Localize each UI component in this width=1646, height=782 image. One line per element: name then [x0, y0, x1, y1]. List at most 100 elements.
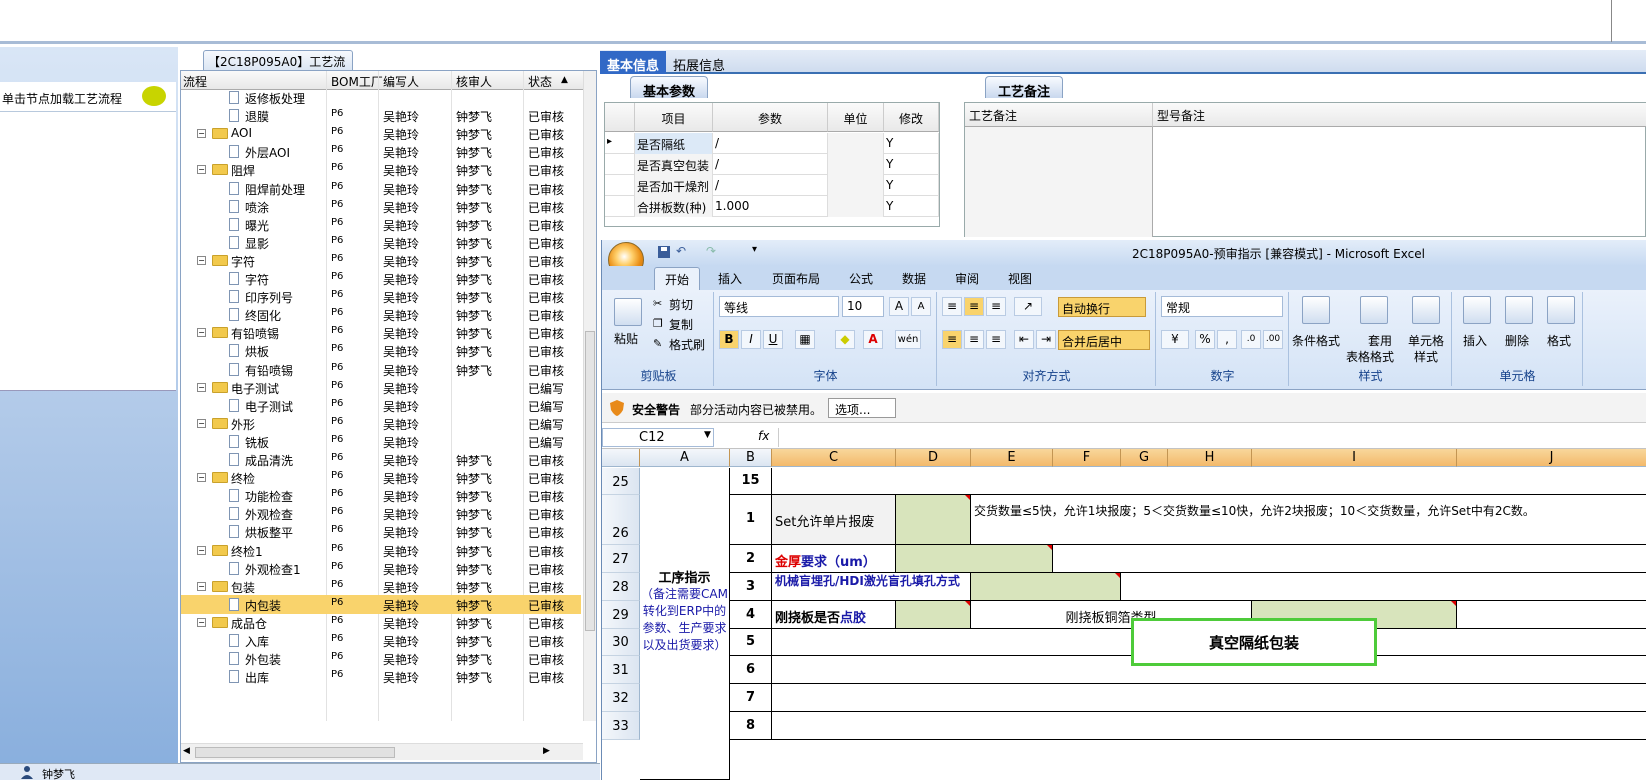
- collapse-icon[interactable]: −: [197, 545, 206, 555]
- cell-d27[interactable]: [896, 545, 1053, 573]
- cell-style-icon[interactable]: [1412, 296, 1440, 324]
- tree-file-row[interactable]: 成品清洗 P6 吴艳玲 钟梦飞 已审核: [181, 450, 581, 469]
- cell-c28[interactable]: 机械盲埋孔/HDI激光盲孔填孔方式: [772, 573, 971, 601]
- table-format-button-line2[interactable]: 表格格式: [1346, 348, 1394, 365]
- phonetic-icon[interactable]: wén: [895, 330, 921, 349]
- tree-file-row[interactable]: 阻焊前处理 P6 吴艳玲 钟梦飞 已审核: [181, 179, 581, 198]
- save-icon[interactable]: [658, 246, 670, 258]
- cell-b26[interactable]: 1: [730, 495, 772, 545]
- tree-file-row[interactable]: 入库 P6 吴艳玲 钟梦飞 已审核: [181, 631, 581, 650]
- align-middle-icon[interactable]: ≡: [964, 297, 984, 316]
- quick-access-dropdown-icon[interactable]: ▾: [752, 244, 757, 255]
- tab-insert[interactable]: 插入: [718, 270, 742, 287]
- param-edit-flag[interactable]: Y: [884, 133, 939, 154]
- row-header-33[interactable]: 33: [602, 712, 640, 740]
- fx-icon[interactable]: fx: [758, 429, 769, 443]
- param-row[interactable]: 合拼板数(种) 1.000 Y: [605, 196, 939, 217]
- tree-folder-row[interactable]: − 包装 P6 吴艳玲 钟梦飞 已审核: [181, 577, 581, 596]
- process-note-field[interactable]: [965, 127, 1153, 237]
- sort-up-icon[interactable]: ▲: [561, 75, 568, 85]
- row-header-30[interactable]: 30: [602, 629, 640, 656]
- cell-f27[interactable]: [1053, 545, 1646, 573]
- param-item[interactable]: 是否加干燥剂: [635, 175, 713, 196]
- tree-folder-row[interactable]: − 电子测试 P6 吴艳玲 已编写: [181, 378, 581, 397]
- col-header-b[interactable]: B: [730, 449, 772, 467]
- percent-icon[interactable]: %: [1195, 330, 1215, 349]
- tree-file-row[interactable]: 出库 P6 吴艳玲 钟梦飞 已审核: [181, 667, 581, 686]
- orientation-icon[interactable]: ↗: [1014, 297, 1042, 316]
- cell-g28[interactable]: [1121, 573, 1646, 601]
- align-center-icon[interactable]: ≡: [964, 330, 984, 349]
- cell-b28[interactable]: 3: [730, 573, 772, 601]
- security-options-button[interactable]: 选项...: [828, 398, 896, 418]
- tree-file-row[interactable]: 有铅喷锡 P6 吴艳玲 钟梦飞 已审核: [181, 360, 581, 379]
- param-item[interactable]: 是否隔纸: [635, 133, 713, 154]
- col-header-a[interactable]: A: [640, 449, 730, 467]
- tree-title-tab[interactable]: 【2C18P095A0】工艺流程: [203, 50, 353, 86]
- decrease-indent-icon[interactable]: ⇤: [1014, 330, 1034, 349]
- cell-style-button[interactable]: 单元格: [1408, 332, 1444, 349]
- param-row[interactable]: 是否加干燥剂 / Y: [605, 175, 939, 196]
- merge-center-button[interactable]: 合并后居中: [1058, 330, 1150, 350]
- row-header-27[interactable]: 27: [602, 545, 640, 573]
- notes-head-model[interactable]: 型号备注: [1153, 103, 1646, 127]
- bold-icon[interactable]: B: [719, 330, 739, 349]
- collapse-icon[interactable]: −: [197, 255, 206, 265]
- tab-extended-info[interactable]: 拓展信息: [666, 51, 732, 74]
- paste-icon[interactable]: [614, 298, 642, 326]
- col-header-d[interactable]: D: [896, 449, 971, 467]
- tree-file-row[interactable]: 烘板整平 P6 吴艳玲 钟梦飞 已审核: [181, 522, 581, 541]
- param-unit[interactable]: [828, 133, 884, 154]
- brush-icon[interactable]: ✎: [653, 337, 662, 350]
- cell-b25[interactable]: 15: [730, 468, 772, 495]
- cell-b32[interactable]: 7: [730, 684, 772, 712]
- col-header-j[interactable]: J: [1457, 449, 1646, 467]
- tree-folder-row[interactable]: − AOI P6 吴艳玲 钟梦飞 已审核: [181, 124, 581, 143]
- tree-file-row[interactable]: 外观检查1 P6 吴艳玲 钟梦飞 已审核: [181, 559, 581, 578]
- cell-c29[interactable]: 刚挠板是否点胶: [772, 601, 896, 629]
- tree-folder-row[interactable]: − 成品仓 P6 吴艳玲 钟梦飞 已审核: [181, 613, 581, 632]
- col-header-c[interactable]: C: [772, 449, 896, 467]
- param-value[interactable]: /: [713, 133, 828, 154]
- tree-folder-row[interactable]: − 终检 P6 吴艳玲 钟梦飞 已审核: [181, 468, 581, 487]
- tree-folder-row[interactable]: − 阻焊 P6 吴艳玲 钟梦飞 已审核: [181, 160, 581, 179]
- insert-cells-icon[interactable]: [1463, 296, 1491, 324]
- col-header-h[interactable]: H: [1168, 449, 1252, 467]
- number-format-select[interactable]: 常规: [1161, 296, 1283, 317]
- tree-file-row[interactable]: 退膜 P6 吴艳玲 钟梦飞 已审核: [181, 106, 581, 125]
- collapse-icon[interactable]: −: [197, 165, 206, 175]
- cell-c32[interactable]: [772, 684, 1646, 712]
- vertical-scrollbar[interactable]: [583, 71, 596, 721]
- currency-icon[interactable]: ¥: [1161, 330, 1189, 349]
- tab-data[interactable]: 数据: [902, 270, 926, 287]
- tab-home[interactable]: 开始: [654, 267, 701, 291]
- tab-basic-info[interactable]: 基本信息: [600, 51, 667, 74]
- param-unit[interactable]: [828, 175, 884, 196]
- conditional-format-icon[interactable]: [1302, 296, 1330, 324]
- tab-formulas[interactable]: 公式: [849, 270, 873, 287]
- comma-icon[interactable]: ,: [1217, 330, 1237, 349]
- cell-d29[interactable]: [896, 601, 971, 629]
- cell-c27[interactable]: 金厚要求（um）: [772, 545, 896, 573]
- cell-e26[interactable]: 交货数量≤5快，允许1块报废；5＜交货数量≤10快，允许2块报废；10＜交货数量…: [971, 495, 1646, 545]
- param-item[interactable]: 合拼板数(种): [635, 196, 713, 217]
- grid-head-item[interactable]: 项目: [635, 103, 713, 132]
- tree-folder-row[interactable]: − 有铅喷锡 P6 吴艳玲 钟梦飞 已审核: [181, 323, 581, 342]
- tab-process-notes[interactable]: 工艺备注: [985, 76, 1064, 100]
- col-header-i[interactable]: I: [1252, 449, 1457, 467]
- paste-button[interactable]: 粘贴: [614, 330, 638, 347]
- shrink-font-icon[interactable]: A: [911, 297, 931, 316]
- font-size-select[interactable]: 10: [842, 296, 884, 317]
- cell-b33[interactable]: 8: [730, 712, 772, 740]
- horizontal-scrollbar[interactable]: ◀ ▶: [181, 743, 583, 760]
- formula-input[interactable]: [778, 428, 1646, 447]
- cell-d26[interactable]: [896, 495, 971, 545]
- tree-folder-row[interactable]: − 终检1 P6 吴艳玲 钟梦飞 已审核: [181, 541, 581, 560]
- cell-c25[interactable]: [772, 468, 1646, 495]
- increase-decimal-icon[interactable]: .0: [1241, 330, 1261, 349]
- scroll-thumb[interactable]: [195, 747, 395, 758]
- cut-button[interactable]: 剪切: [669, 296, 693, 313]
- tree-file-row[interactable]: 外观检查 P6 吴艳玲 钟梦飞 已审核: [181, 504, 581, 523]
- cell-style-button-line2[interactable]: 样式: [1414, 348, 1438, 365]
- tree-file-row[interactable]: 外层AOI P6 吴艳玲 钟梦飞 已审核: [181, 142, 581, 161]
